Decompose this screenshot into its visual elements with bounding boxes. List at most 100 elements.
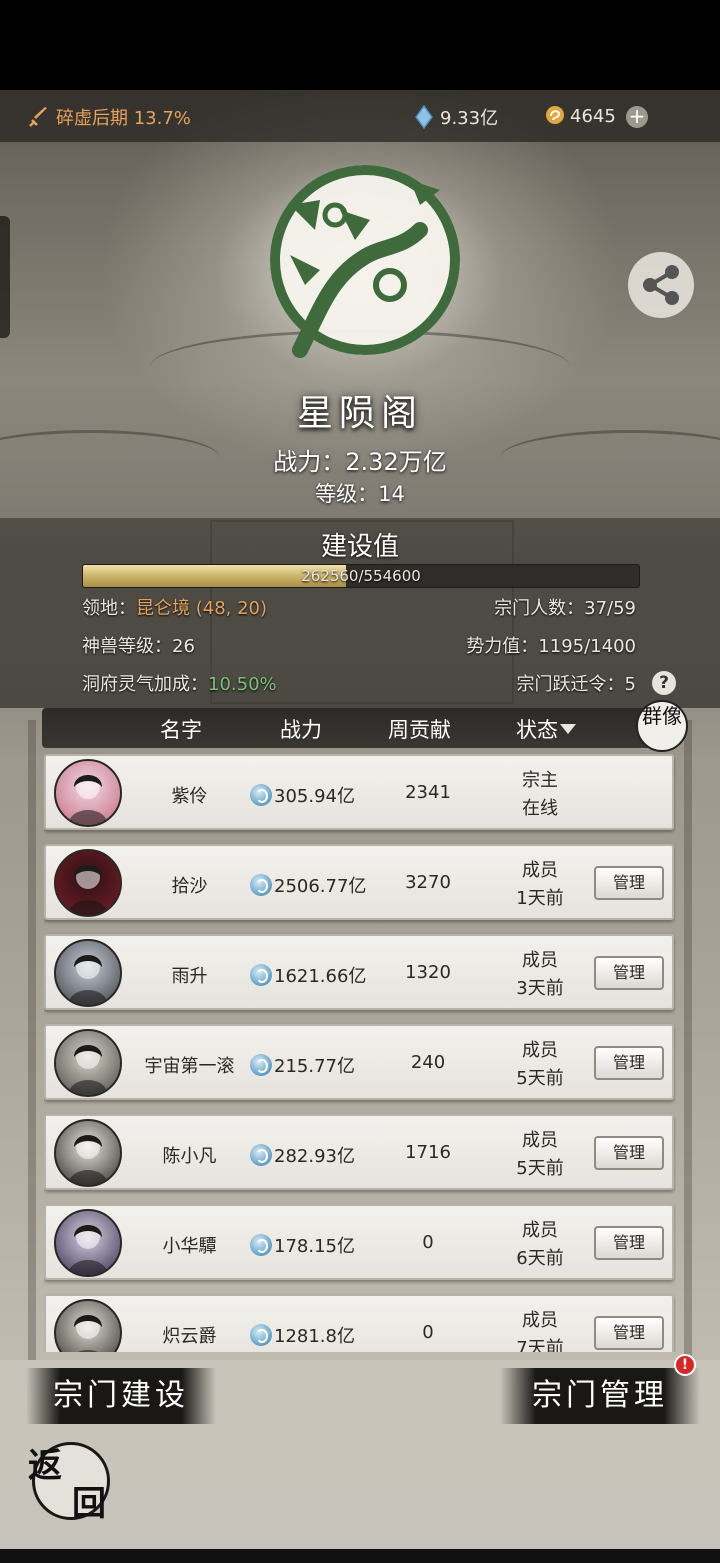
construction-progress-bar: 262560/554600: [82, 564, 640, 588]
member-row[interactable]: 雨升 1621.66亿 1320 成员 3天前 管理: [44, 934, 674, 1010]
help-icon[interactable]: ?: [652, 671, 676, 695]
member-role: 成员: [522, 1310, 558, 1331]
spirit-coin-icon: [250, 1054, 272, 1076]
member-last-online: 在线: [522, 798, 558, 819]
member-row[interactable]: 紫伶 305.94亿 2341 宗主在线: [44, 754, 674, 830]
cave-bonus-row: 洞府灵气加成：10.50%: [82, 670, 277, 696]
spirit-stone-value: 9.33亿: [440, 108, 499, 129]
sect-level: 等级：14: [315, 482, 405, 506]
portrait-icon: [68, 955, 108, 1005]
member-power: 282.93亿: [274, 1146, 355, 1167]
portrait-icon: [68, 1135, 108, 1185]
member-avatar[interactable]: [54, 1209, 122, 1277]
member-avatar[interactable]: [54, 1029, 122, 1097]
member-avatar[interactable]: [54, 849, 122, 917]
relocate-token: 宗门跃迁令：5: [516, 674, 636, 695]
member-name: 小华驔: [162, 1236, 217, 1257]
member-contribution: 1320: [405, 962, 451, 983]
portrait-icon: [68, 775, 108, 825]
member-row[interactable]: 宇宙第一滚 215.77亿 240 成员 5天前 管理: [44, 1024, 674, 1100]
realm-text: 碎虚后期 13.7%: [56, 108, 191, 129]
sect-manage-button[interactable]: 宗门管理: [500, 1368, 700, 1424]
member-last-online: 1天前: [516, 888, 564, 909]
manage-member-button[interactable]: 管理: [594, 1226, 664, 1260]
sect-emblem: [270, 165, 460, 358]
influence-value: 势力值：1195/1400: [466, 636, 636, 657]
territory-value[interactable]: 昆仑境 (48, 20): [136, 598, 267, 619]
manage-member-button[interactable]: 管理: [594, 866, 664, 900]
member-avatar[interactable]: [54, 1299, 122, 1352]
sect-build-button[interactable]: 宗门建设: [26, 1368, 216, 1424]
member-name: 紫伶: [171, 786, 208, 807]
top-black-band: [0, 0, 720, 90]
spirit-coin-icon: [250, 964, 272, 986]
member-power: 1621.66亿: [274, 966, 367, 987]
header-power: 战力: [280, 718, 322, 742]
share-button[interactable]: [628, 252, 694, 318]
member-last-online: 6天前: [516, 1248, 564, 1269]
member-power: 1281.8亿: [274, 1326, 355, 1347]
spirit-coin-icon: [250, 1324, 272, 1346]
member-role: 成员: [522, 1040, 558, 1061]
member-row[interactable]: 拾沙 2506.77亿 3270 成员 1天前 管理: [44, 844, 674, 920]
member-name: 雨升: [171, 966, 208, 987]
member-contribution: 0: [422, 1232, 434, 1253]
member-last-online: 5天前: [516, 1068, 564, 1089]
member-name: 陈小凡: [162, 1146, 217, 1167]
header-status: 状态: [516, 718, 558, 742]
header-status-sort[interactable]: 状态: [516, 714, 576, 744]
side-drawer-tab[interactable]: [0, 216, 10, 338]
portrait-icon: [74, 1315, 102, 1352]
member-power: 305.94亿: [274, 786, 355, 807]
back-label-1: 返: [28, 1446, 62, 1486]
share-icon: [643, 265, 679, 305]
add-currency-button[interactable]: +: [626, 106, 648, 128]
notification-badge: !: [674, 1354, 696, 1376]
cultivation-realm[interactable]: 碎虚后期 13.7%: [28, 104, 191, 130]
manage-member-button[interactable]: 管理: [594, 956, 664, 990]
portrait-icon: [68, 1225, 108, 1275]
sect-screen: 碎虚后期 13.7% 9.33亿 4645 + 星陨阁 战力：2.32万亿 等级…: [0, 0, 720, 1563]
portrait-icon: [68, 1045, 108, 1095]
member-avatar[interactable]: [54, 759, 122, 827]
member-role: 成员: [522, 1220, 558, 1241]
spirit-crystal-icon: [415, 104, 433, 130]
member-name: 炽云爵: [162, 1326, 217, 1347]
manage-member-button[interactable]: 管理: [594, 1316, 664, 1350]
spirit-coin-icon: [250, 1234, 272, 1256]
member-role: 成员: [522, 950, 558, 971]
member-row[interactable]: 炽云爵 1281.8亿 0 成员 7天前 管理: [44, 1294, 674, 1352]
manage-member-button[interactable]: 管理: [594, 1136, 664, 1170]
member-contribution: 240: [410, 1052, 446, 1073]
member-contribution: 2341: [405, 782, 451, 803]
manage-member-button[interactable]: 管理: [594, 1046, 664, 1080]
spirit-stone-counter[interactable]: 9.33亿: [414, 104, 498, 130]
spirit-coin-icon: [250, 1144, 272, 1166]
currency-value: 4645: [570, 106, 616, 127]
currency-counter[interactable]: 4645: [544, 104, 616, 127]
spirit-coin-icon: [250, 874, 272, 896]
back-button[interactable]: 返 回: [28, 1438, 112, 1524]
member-row[interactable]: 小华驔 178.15亿 0 成员 6天前 管理: [44, 1204, 674, 1280]
portrait-icon: [68, 865, 108, 915]
member-power: 178.15亿: [274, 1236, 355, 1257]
sect-name: 星陨阁: [296, 393, 423, 434]
member-last-online: 7天前: [516, 1338, 564, 1352]
member-avatar[interactable]: [54, 939, 122, 1007]
bg-pillar: [684, 720, 692, 1360]
member-role: 宗主: [522, 770, 558, 791]
group-portrait-button[interactable]: 群像: [636, 700, 688, 752]
member-contribution: 3270: [405, 872, 451, 893]
member-avatar[interactable]: [54, 1119, 122, 1187]
bottom-black-band: [0, 1549, 720, 1563]
member-row[interactable]: 陈小凡 282.93亿 1716 成员 5天前 管理: [44, 1114, 674, 1190]
sect-power: 战力：2.32万亿: [273, 448, 447, 476]
construction-title: 建设值: [320, 532, 399, 562]
member-power: 2506.77亿: [274, 876, 367, 897]
territory-row: 领地：昆仑境 (48, 20): [82, 594, 267, 620]
member-contribution: 0: [422, 1322, 434, 1343]
territory-label: 领地：: [82, 598, 136, 619]
cave-bonus-value: 10.50%: [208, 674, 277, 695]
member-list[interactable]: 紫伶 305.94亿 2341 宗主 在线 拾沙 2506.77亿 3270 成员 1天前 管理 雨升…: [44, 752, 676, 1352]
back-label-2: 回: [72, 1484, 106, 1524]
